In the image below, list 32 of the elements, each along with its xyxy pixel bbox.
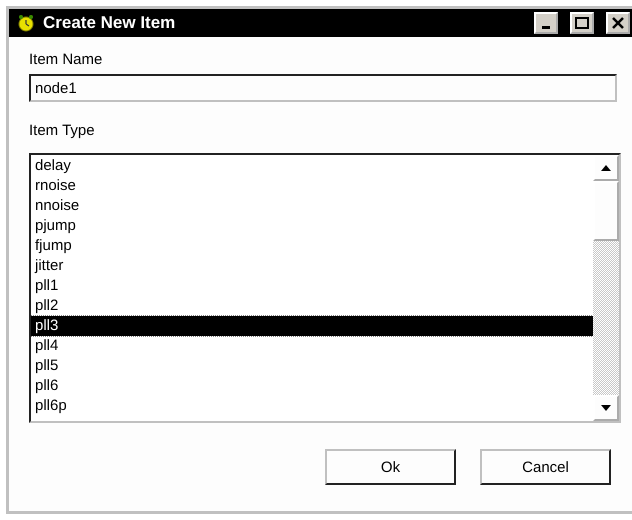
down-arrow-icon [601, 405, 611, 411]
scroll-down-button[interactable] [593, 395, 619, 421]
list-item[interactable]: jitter [31, 256, 593, 276]
minimize-button[interactable] [534, 12, 558, 34]
close-icon [612, 17, 624, 29]
maximize-button[interactable] [570, 12, 594, 34]
close-button[interactable] [606, 12, 630, 34]
clock-icon [17, 14, 35, 32]
list-item[interactable]: pll2 [31, 296, 593, 316]
scroll-thumb[interactable] [593, 181, 619, 241]
up-arrow-icon [601, 165, 611, 171]
scroll-up-button[interactable] [593, 155, 619, 181]
list-item[interactable]: pll6p [31, 396, 593, 416]
list-item[interactable]: pll5 [31, 356, 593, 376]
maximize-icon [575, 17, 589, 29]
ok-button[interactable]: Ok [325, 449, 456, 485]
minimize-icon [542, 26, 550, 28]
scrollbar[interactable] [593, 155, 619, 421]
cancel-button[interactable]: Cancel [480, 449, 611, 485]
item-name-field[interactable]: node1 [29, 74, 617, 102]
list-item[interactable]: pjump [31, 216, 593, 236]
field-label: Item Name [29, 51, 104, 68]
list-item[interactable]: delay [31, 156, 593, 176]
list-item[interactable]: pll6 [31, 376, 593, 396]
list-item[interactable]: nnoise [31, 196, 593, 216]
list-item[interactable]: pll4 [31, 336, 593, 356]
field-label: Item Type [29, 122, 96, 139]
list-item[interactable]: pll1 [31, 276, 593, 296]
list-item[interactable]: rnoise [31, 176, 593, 196]
list-item[interactable]: pll3 [31, 316, 593, 336]
window-title: Create New Item [43, 13, 176, 33]
list-item[interactable]: fjump [31, 236, 593, 256]
